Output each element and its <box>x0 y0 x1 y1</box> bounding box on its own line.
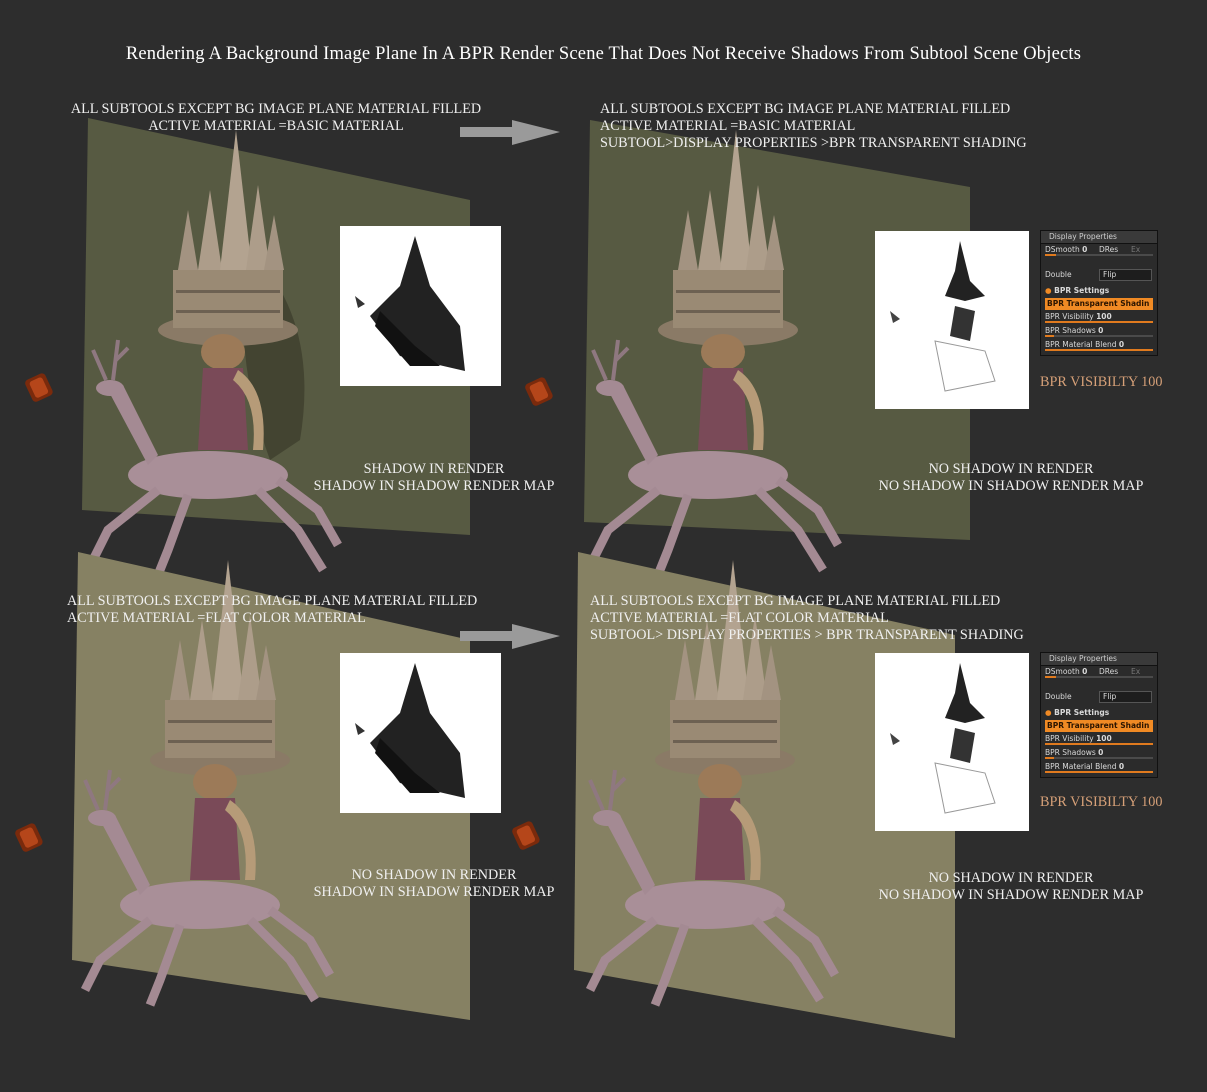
bpr-shadows-label[interactable]: BPR Shadows <box>1045 748 1096 757</box>
bpr-shadows-value: 0 <box>1098 326 1104 335</box>
caption-line: ALL SUBTOOLS EXCEPT BG IMAGE PLANE MATER… <box>70 101 482 117</box>
bpr-material-blend-slider[interactable] <box>1045 349 1153 351</box>
bpr-visibility-label[interactable]: BPR Visibility <box>1045 734 1094 743</box>
bpr-visibility-value: 100 <box>1096 734 1112 743</box>
bpr-material-blend-label[interactable]: BPR Material Blend <box>1045 762 1116 771</box>
caption-line: ACTIVE MATERIAL =FLAT COLOR MATERIAL <box>590 610 889 626</box>
result-line: NO SHADOW IN RENDER <box>928 461 1094 477</box>
shadow-map-bottom-right <box>875 653 1029 831</box>
dsmooth-slider[interactable] <box>1045 254 1153 256</box>
caption-line: SUBTOOL> DISPLAY PROPERTIES > BPR TRANSP… <box>590 627 1024 643</box>
caption-top-right: ALL SUBTOOLS EXCEPT BG IMAGE PLANE MATER… <box>600 101 1027 152</box>
result-bottom-right: NO SHADOW IN RENDER NO SHADOW IN SHADOW … <box>862 870 1160 904</box>
bpr-settings-bullet-icon: ● <box>1045 708 1052 717</box>
bpr-shadows-value: 0 <box>1098 748 1104 757</box>
caption-line: ACTIVE MATERIAL =BASIC MATERIAL <box>148 118 404 134</box>
bpr-transparent-shading-button[interactable]: BPR Transparent Shadin <box>1045 298 1153 310</box>
bpr-settings-label[interactable]: BPR Settings <box>1054 708 1109 717</box>
shadow-map-top-left <box>340 226 501 386</box>
dsmooth-value: 0 <box>1082 245 1088 254</box>
caption-line: ACTIVE MATERIAL =FLAT COLOR MATERIAL <box>67 610 366 626</box>
arrow-bottom <box>460 624 560 649</box>
bpr-settings-label[interactable]: BPR Settings <box>1054 286 1109 295</box>
bpr-material-blend-label[interactable]: BPR Material Blend <box>1045 340 1116 349</box>
flip-button[interactable]: Flip <box>1099 269 1152 281</box>
caption-line: ALL SUBTOOLS EXCEPT BG IMAGE PLANE MATER… <box>590 593 1001 609</box>
bpr-shadows-slider[interactable] <box>1045 757 1153 759</box>
display-properties-panel-bottom: Display Properties DSmooth 0 DRes Ex Dou… <box>1040 652 1158 778</box>
bpr-material-blend-slider[interactable] <box>1045 771 1153 773</box>
caption-bottom-left: ALL SUBTOOLS EXCEPT BG IMAGE PLANE MATER… <box>67 593 477 627</box>
result-line: NO SHADOW IN RENDER <box>351 867 517 883</box>
panel-title: Display Properties <box>1041 653 1157 666</box>
result-line: SHADOW IN RENDER <box>363 461 505 477</box>
shadow-map-bottom-left <box>340 653 501 813</box>
caption-bottom-right: ALL SUBTOOLS EXCEPT BG IMAGE PLANE MATER… <box>590 593 1024 644</box>
result-line: SHADOW IN SHADOW RENDER MAP <box>313 478 555 494</box>
visibility-label-bottom: BPR VISIBILTY 100 <box>1040 794 1163 810</box>
bpr-settings-bullet-icon: ● <box>1045 286 1052 295</box>
bpr-material-blend-value: 0 <box>1118 340 1125 349</box>
bpr-visibility-slider[interactable] <box>1045 743 1153 745</box>
result-line: NO SHADOW IN SHADOW RENDER MAP <box>878 478 1144 494</box>
dsmooth-value: 0 <box>1082 667 1088 676</box>
panel-title: Display Properties <box>1041 231 1157 244</box>
result-bottom-left: NO SHADOW IN RENDER SHADOW IN SHADOW REN… <box>300 867 568 901</box>
shadow-map-top-right <box>875 231 1029 409</box>
result-top-right: NO SHADOW IN RENDER NO SHADOW IN SHADOW … <box>862 461 1160 495</box>
flip-button[interactable]: Flip <box>1099 691 1152 703</box>
bpr-shadows-label[interactable]: BPR Shadows <box>1045 326 1096 335</box>
caption-line: ACTIVE MATERIAL =BASIC MATERIAL <box>600 118 856 134</box>
caption-line: ALL SUBTOOLS EXCEPT BG IMAGE PLANE MATER… <box>600 101 1011 117</box>
result-line: NO SHADOW IN SHADOW RENDER MAP <box>878 887 1144 903</box>
dsmooth-label[interactable]: DSmooth <box>1045 245 1080 254</box>
double-button[interactable]: Double <box>1045 692 1072 701</box>
scene-artwork <box>13 118 970 1038</box>
bpr-visibility-value: 100 <box>1096 312 1112 321</box>
bpr-visibility-label[interactable]: BPR Visibility <box>1045 312 1094 321</box>
result-line: NO SHADOW IN RENDER <box>928 870 1094 886</box>
double-button[interactable]: Double <box>1045 270 1072 279</box>
bpr-visibility-slider[interactable] <box>1045 321 1153 323</box>
visibility-label-top: BPR VISIBILTY 100 <box>1040 374 1163 390</box>
dsmooth-slider[interactable] <box>1045 676 1153 678</box>
dsmooth-label[interactable]: DSmooth <box>1045 667 1080 676</box>
bpr-transparent-shading-button[interactable]: BPR Transparent Shadin <box>1045 720 1153 732</box>
caption-top-left: ALL SUBTOOLS EXCEPT BG IMAGE PLANE MATER… <box>64 101 488 135</box>
display-properties-panel-top: Display Properties DSmooth 0 DRes Ex Dou… <box>1040 230 1158 356</box>
result-line: SHADOW IN SHADOW RENDER MAP <box>313 884 555 900</box>
bpr-shadows-slider[interactable] <box>1045 335 1153 337</box>
result-top-left: SHADOW IN RENDER SHADOW IN SHADOW RENDER… <box>300 461 568 495</box>
caption-line: ALL SUBTOOLS EXCEPT BG IMAGE PLANE MATER… <box>67 593 478 609</box>
bpr-material-blend-value: 0 <box>1118 762 1125 771</box>
caption-line: SUBTOOL>DISPLAY PROPERTIES >BPR TRANSPAR… <box>600 135 1027 151</box>
